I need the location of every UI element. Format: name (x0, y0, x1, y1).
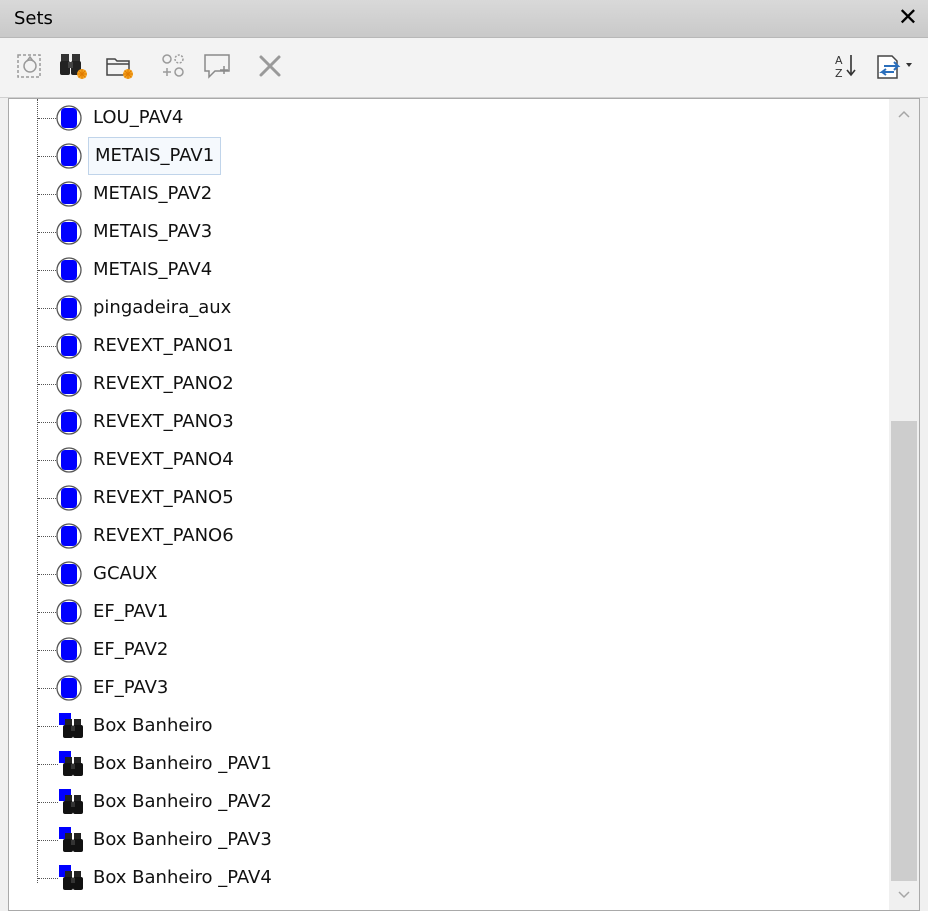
scrollbar-thumb[interactable] (891, 421, 917, 881)
search-set-icon (57, 863, 85, 891)
selection-set-icon (55, 484, 83, 512)
selection-set-icon (55, 636, 83, 664)
tree-item[interactable]: METAIS_PAV4 (9, 251, 879, 289)
tree-item-label: REVEXT_PANO4 (93, 449, 234, 470)
tree-item[interactable]: METAIS_PAV2 (9, 175, 879, 213)
tree-item-label: Box Banheiro _PAV1 (93, 753, 272, 774)
svg-text:A: A (835, 54, 843, 67)
scroll-up-icon[interactable] (889, 99, 919, 129)
tree-item-label: METAIS_PAV3 (93, 221, 213, 242)
tree-item[interactable]: Box Banheiro _PAV3 (9, 821, 879, 859)
new-folder-icon (106, 58, 133, 79)
delete-icon (259, 55, 281, 77)
tree-item[interactable]: METAIS_PAV1 (9, 137, 879, 175)
add-comment-button[interactable] (200, 48, 236, 84)
tree-item-label: EF_PAV3 (93, 677, 169, 698)
import-export-button[interactable] (872, 48, 916, 84)
new-folder-button[interactable] (102, 48, 138, 84)
tree-branch-line (38, 802, 58, 803)
search-set-icon (57, 787, 85, 815)
selection-set-icon (55, 560, 83, 588)
tree-branch-line (38, 726, 58, 727)
tree-item-label: REVEXT_PANO5 (93, 487, 234, 508)
tree-item[interactable]: Box Banheiro (9, 707, 879, 745)
selection-set-icon (55, 598, 83, 626)
selection-set-icon (55, 332, 83, 360)
save-search-icon (60, 54, 87, 79)
tree-item-label: EF_PAV2 (93, 639, 169, 660)
selection-set-icon (55, 446, 83, 474)
save-selection-button[interactable] (12, 48, 48, 84)
sets-toolbar: A Z (0, 38, 928, 98)
tree-item[interactable]: EF_PAV1 (9, 593, 879, 631)
tree-item[interactable]: Box Banheiro _PAV1 (9, 745, 879, 783)
tree-item-label: REVEXT_PANO6 (93, 525, 234, 546)
tree-item-label: REVEXT_PANO2 (93, 373, 234, 394)
sort-button[interactable]: A Z (828, 48, 864, 84)
search-set-icon (57, 825, 85, 853)
tree-item[interactable]: REVEXT_PANO3 (9, 403, 879, 441)
selection-set-icon (55, 218, 83, 246)
tree-branch-line (38, 764, 58, 765)
tree-item[interactable]: Box Banheiro _PAV2 (9, 783, 879, 821)
selection-set-icon (55, 180, 83, 208)
tree-item-label: METAIS_PAV4 (93, 259, 213, 280)
search-set-icon (57, 711, 85, 739)
panel-titlebar: Sets ✕ (0, 0, 928, 38)
selection-set-icon (55, 142, 83, 170)
duplicate-button[interactable] (156, 48, 192, 84)
tree-item[interactable]: EF_PAV2 (9, 631, 879, 669)
scroll-down-icon[interactable] (889, 880, 919, 910)
selection-set-icon (55, 408, 83, 436)
selection-set-icon (55, 522, 83, 550)
tree-item-label: REVEXT_PANO3 (93, 411, 234, 432)
tree-item[interactable]: REVEXT_PANO1 (9, 327, 879, 365)
import-export-icon (877, 55, 912, 79)
tree-item-label: Box Banheiro _PAV3 (93, 829, 272, 850)
tree-item-label: GCAUX (93, 563, 158, 584)
tree-item[interactable]: REVEXT_PANO5 (9, 479, 879, 517)
delete-button[interactable] (252, 48, 288, 84)
tree-item[interactable]: REVEXT_PANO6 (9, 517, 879, 555)
tree-item-label: REVEXT_PANO1 (93, 335, 234, 356)
tree-item[interactable]: REVEXT_PANO2 (9, 365, 879, 403)
selection-set-icon (55, 370, 83, 398)
selection-set-icon (55, 294, 83, 322)
panel-title: Sets (14, 8, 53, 29)
duplicate-icon (162, 54, 184, 77)
tree-branch-line (38, 878, 58, 879)
tree-item-label: EF_PAV1 (93, 601, 169, 622)
tree-item-label: LOU_PAV4 (93, 107, 184, 128)
save-search-button[interactable] (56, 48, 92, 84)
close-icon[interactable]: ✕ (898, 3, 918, 31)
tree-item-label: pingadeira_aux (93, 297, 232, 318)
tree-item[interactable]: EF_PAV3 (9, 669, 879, 707)
selection-set-icon (55, 256, 83, 284)
tree-item[interactable]: Box Banheiro _PAV4 (9, 859, 879, 897)
save-selection-icon (17, 54, 41, 78)
selection-set-icon (55, 674, 83, 702)
tree-item[interactable]: LOU_PAV4 (9, 99, 879, 137)
sets-tree: LOU_PAV4 METAIS_PAV1 METAIS_PAV2 METAIS_… (8, 98, 920, 911)
vertical-scrollbar[interactable] (889, 99, 919, 910)
search-set-icon (57, 749, 85, 777)
tree-item-label: Box Banheiro _PAV2 (93, 791, 272, 812)
sort-az-icon: A Z (835, 54, 856, 80)
tree-item[interactable]: METAIS_PAV3 (9, 213, 879, 251)
add-comment-icon (204, 54, 230, 79)
tree-branch-line (38, 840, 58, 841)
tree-item-label: Box Banheiro (93, 715, 213, 736)
tree-item[interactable]: pingadeira_aux (9, 289, 879, 327)
tree-item[interactable]: GCAUX (9, 555, 879, 593)
tree-item-label: METAIS_PAV2 (93, 183, 213, 204)
tree-item-label: Box Banheiro _PAV4 (93, 867, 272, 888)
tree-item[interactable]: REVEXT_PANO4 (9, 441, 879, 479)
selection-set-icon (55, 104, 83, 132)
tree-item-label: METAIS_PAV1 (88, 137, 222, 175)
svg-text:Z: Z (835, 67, 843, 80)
